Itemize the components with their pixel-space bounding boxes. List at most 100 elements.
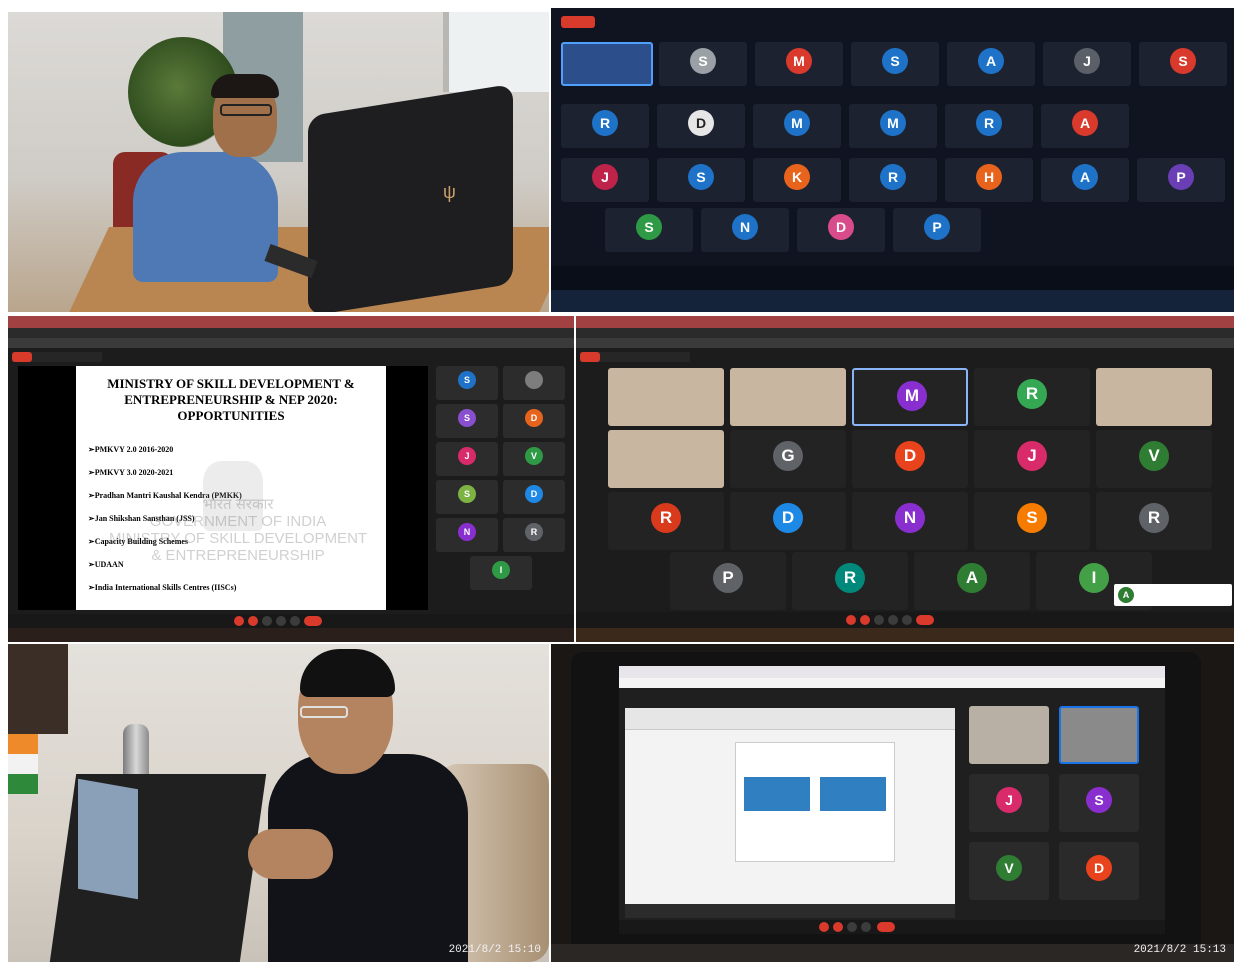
mic-button[interactable] — [819, 922, 829, 932]
participant-tile[interactable]: J — [561, 158, 649, 202]
share-banner — [12, 352, 102, 362]
participant-tile[interactable] — [503, 366, 565, 400]
participant-tile[interactable]: S — [436, 404, 498, 438]
participant-tile[interactable]: D — [503, 404, 565, 438]
participant-avatar: G — [773, 441, 803, 471]
participant-tile[interactable]: S — [436, 480, 498, 514]
participant-tile[interactable]: S — [605, 208, 693, 252]
national-emblem-watermark — [203, 461, 263, 531]
participant-tile[interactable]: A — [1041, 158, 1129, 202]
participant-tile[interactable]: J — [974, 430, 1090, 488]
participant-tile[interactable]: S — [436, 366, 498, 400]
participant-tile[interactable]: A — [1041, 104, 1129, 148]
participant-video-tile[interactable] — [730, 368, 846, 426]
browser-tab-strip[interactable] — [619, 666, 1165, 678]
browser-tab-strip[interactable] — [576, 316, 1234, 328]
laptop-screen — [78, 778, 138, 900]
participant-tile[interactable]: S — [657, 158, 745, 202]
side-panel-icons[interactable] — [1220, 456, 1234, 596]
participant-tile[interactable]: H — [945, 158, 1033, 202]
participant-tile[interactable]: S — [1139, 42, 1227, 86]
captions-button[interactable] — [847, 922, 857, 932]
participant-tile[interactable]: V — [969, 842, 1049, 900]
participant-tile[interactable]: R — [561, 104, 649, 148]
participant-tile[interactable]: M — [753, 104, 841, 148]
participant-tile[interactable]: M — [849, 104, 937, 148]
participant-tile[interactable]: A — [914, 552, 1030, 610]
participant-tile[interactable]: R — [792, 552, 908, 610]
captions-button[interactable] — [874, 615, 884, 625]
participant-tile[interactable]: R — [945, 104, 1033, 148]
present-button[interactable] — [276, 616, 286, 626]
participant-tile[interactable]: S — [659, 42, 747, 86]
camera-button[interactable] — [833, 922, 843, 932]
presentation-ribbon[interactable] — [625, 708, 955, 730]
participant-tile[interactable]: R — [849, 158, 937, 202]
video-tile — [969, 706, 1049, 764]
presenter-video-tile[interactable] — [561, 42, 653, 86]
participant-tile[interactable]: G — [730, 430, 846, 488]
participant-tile[interactable]: D — [797, 208, 885, 252]
leave-call-button[interactable] — [304, 616, 322, 626]
participant-tile[interactable]: N — [436, 518, 498, 552]
participant-avatar: R — [976, 110, 1002, 136]
captions-button[interactable] — [262, 616, 272, 626]
participant-avatar: D — [525, 409, 543, 427]
participant-tile[interactable]: P — [670, 552, 786, 610]
present-button[interactable] — [861, 922, 871, 932]
participant-tile[interactable]: J — [1043, 42, 1131, 86]
participant-video-tile[interactable] — [1096, 368, 1212, 426]
participant-avatar: R — [1017, 379, 1047, 409]
participant-tile[interactable]: J — [969, 774, 1049, 832]
leave-call-button[interactable] — [877, 922, 895, 932]
participant-tile[interactable]: R — [1096, 492, 1212, 550]
participant-tile[interactable]: M — [755, 42, 843, 86]
screenshot-slide-share: MINISTRY OF SKILL DEVELOPMENT & ENTREPRE… — [8, 316, 574, 642]
participant-tile[interactable]: M — [852, 368, 968, 426]
participant-tile[interactable]: D — [657, 104, 745, 148]
mic-button[interactable] — [846, 615, 856, 625]
browser-address-bar[interactable] — [8, 328, 574, 338]
mic-button[interactable] — [234, 616, 244, 626]
participant-tile[interactable]: N — [852, 492, 968, 550]
participant-tile[interactable]: V — [1096, 430, 1212, 488]
shared-presentation-window — [625, 708, 955, 918]
participant-avatar: J — [996, 787, 1022, 813]
participant-avatar: D — [895, 441, 925, 471]
participant-tile[interactable]: K — [753, 158, 841, 202]
bookmarks-bar[interactable] — [8, 338, 574, 348]
participant-tile[interactable]: D — [503, 480, 565, 514]
participant-tile[interactable]: S — [1059, 774, 1139, 832]
participant-tile[interactable]: P — [893, 208, 981, 252]
participant-tile[interactable]: S — [851, 42, 939, 86]
participant-tile[interactable]: A — [947, 42, 1035, 86]
participant-avatar: S — [458, 409, 476, 427]
participant-tile[interactable]: R — [974, 368, 1090, 426]
camera-button[interactable] — [248, 616, 258, 626]
participant-tile[interactable]: P — [1137, 158, 1225, 202]
participant-tile[interactable]: J — [436, 442, 498, 476]
camera-button[interactable] — [860, 615, 870, 625]
leave-call-button[interactable] — [916, 615, 934, 625]
participant-video-tile[interactable] — [608, 430, 724, 488]
participant-avatar: H — [976, 164, 1002, 190]
more-options-button[interactable] — [290, 616, 300, 626]
bookmarks-bar[interactable] — [576, 338, 1234, 348]
present-button[interactable] — [888, 615, 898, 625]
browser-tab-strip[interactable] — [8, 316, 574, 328]
slide-bullet: UDAAN — [88, 553, 374, 576]
participant-avatar: R — [1139, 503, 1169, 533]
participant-tile[interactable]: R — [503, 518, 565, 552]
browser-address-bar[interactable] — [619, 678, 1165, 688]
participant-tile[interactable]: V — [503, 442, 565, 476]
browser-address-bar[interactable] — [576, 328, 1234, 338]
participant-tile[interactable]: I — [470, 556, 532, 590]
participant-tile[interactable]: D — [730, 492, 846, 550]
participant-tile[interactable]: R — [608, 492, 724, 550]
participant-tile[interactable]: N — [701, 208, 789, 252]
participant-tile[interactable]: D — [1059, 842, 1139, 900]
participant-tile[interactable]: D — [852, 430, 968, 488]
more-options-button[interactable] — [902, 615, 912, 625]
participant-video-tile[interactable] — [608, 368, 724, 426]
participant-tile[interactable]: S — [974, 492, 1090, 550]
